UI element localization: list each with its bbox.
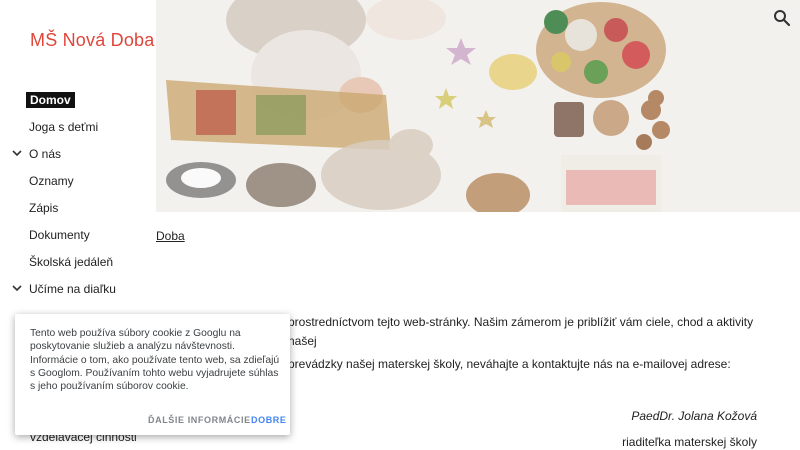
sidebar-item-zapis[interactable]: Zápis [0, 194, 156, 221]
sidebar-item-ucime-na-dialku[interactable]: Učíme na diaľku [0, 275, 156, 302]
cookie-text: Tento web používa súbory cookie z Googlu… [30, 328, 280, 393]
sidebar-item-label: O nás [29, 146, 62, 161]
ok-button[interactable]: DOBRE [251, 415, 287, 425]
sidebar-item-label: Dokumenty [29, 227, 90, 242]
chevron-down-icon[interactable] [12, 284, 22, 292]
signature-name: PaedDr. Jolana Kožová [631, 409, 757, 423]
sidebar-item-label: Domov [26, 91, 75, 108]
page: MŠ Nová Doba Domov Joga s deťmi O nás Oz… [0, 0, 800, 450]
sidebar-item-o-nas[interactable]: O nás [0, 140, 156, 167]
sidebar-item-label: Oznamy [29, 173, 74, 188]
sidebar-item-label: Zápis [29, 200, 59, 215]
signature-role: riaditeľka materskej školy [622, 435, 757, 449]
sidebar-nav: Domov Joga s deťmi O nás Oznamy Zápis Do… [0, 86, 156, 302]
site-title[interactable]: MŠ Nová Doba [30, 30, 154, 51]
sidebar-item-label: Joga s deťmi [29, 119, 99, 134]
sidebar-item-oznamy[interactable]: Oznamy [0, 167, 156, 194]
hero-banner [156, 0, 800, 212]
toys-photo [156, 0, 800, 212]
search-icon [774, 10, 791, 27]
sidebar-item-label: Školská jedáleň [29, 254, 114, 269]
breadcrumb-link[interactable]: Doba [156, 229, 185, 243]
intro-paragraph: prostredníctvom tejto web-stránky. Našim… [288, 315, 754, 348]
search-button[interactable] [772, 8, 792, 28]
more-info-button[interactable]: ĎALŠIE INFORMÁCIE [148, 415, 251, 425]
sidebar-item-dokumenty[interactable]: Dokumenty [0, 221, 156, 248]
chevron-down-icon[interactable] [12, 149, 22, 157]
sidebar-item-label: Učíme na diaľku [29, 281, 116, 296]
cookie-banner: Tento web používa súbory cookie z Googlu… [15, 314, 290, 435]
sidebar-item-domov[interactable]: Domov [0, 86, 156, 113]
contact-paragraph: prevádzky našej materskej školy, neváhaj… [288, 357, 731, 371]
sidebar-item-skolska-jedalen[interactable]: Školská jedáleň [0, 248, 156, 275]
sidebar-item-joga[interactable]: Joga s deťmi [0, 113, 156, 140]
